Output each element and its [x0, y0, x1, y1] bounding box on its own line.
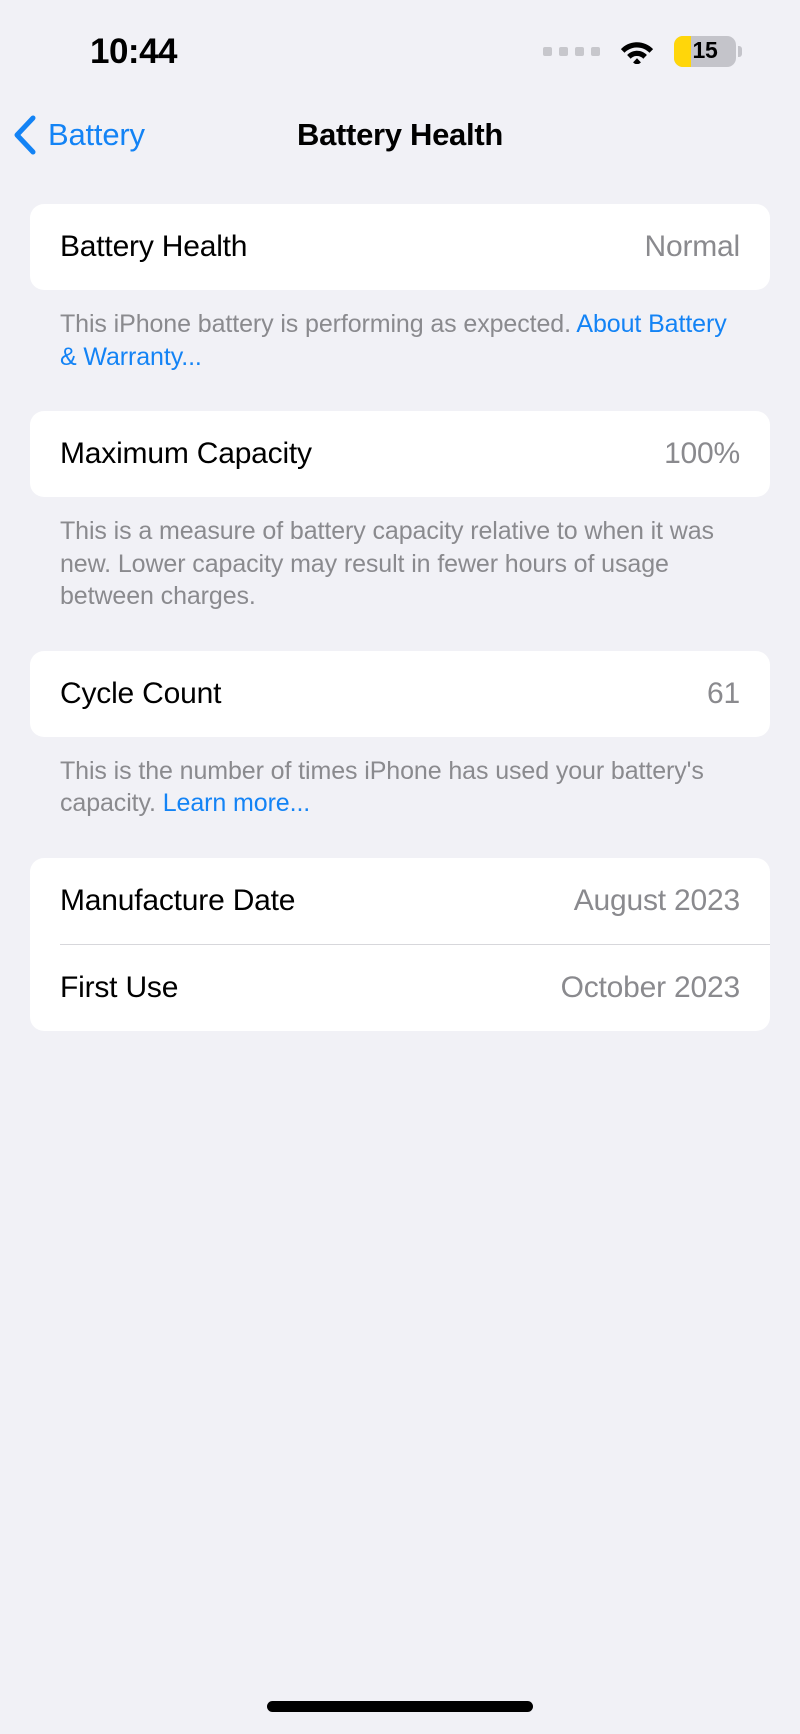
home-indicator[interactable] [267, 1701, 533, 1712]
row-value: October 2023 [560, 970, 741, 1004]
section-cycle-count: Cycle Count 61 [30, 650, 770, 737]
status-bar-indicators: 15 [543, 30, 742, 67]
navigation-bar: Battery Battery Health [0, 96, 800, 174]
row-label: Battery Health [60, 230, 248, 263]
footer-body: This is a measure of battery capacity re… [60, 517, 714, 610]
battery-level-label: 15 [692, 37, 718, 63]
back-button-label: Battery [48, 117, 145, 152]
cellular-signal-icon [543, 46, 600, 56]
row-value: August 2023 [573, 883, 740, 917]
settings-list: Battery Health Normal This iPhone batter… [0, 174, 800, 1031]
row-first-use: First Use October 2023 [30, 945, 770, 1031]
footer-battery-health: This iPhone battery is performing as exp… [30, 290, 770, 373]
footer-cycle-count: This is the number of times iPhone has u… [30, 737, 770, 820]
row-value: 61 [707, 676, 740, 710]
battery-icon: 15 [674, 35, 742, 67]
footer-body: This iPhone battery is performing as exp… [60, 310, 577, 338]
row-label: Maximum Capacity [60, 437, 312, 470]
row-value: 100% [664, 437, 740, 470]
row-battery-health[interactable]: Battery Health Normal [30, 204, 770, 290]
section-battery-dates: Manufacture Date August 2023 First Use O… [30, 857, 770, 1031]
footer-maximum-capacity: This is a measure of battery capacity re… [30, 497, 770, 613]
wifi-icon [620, 41, 654, 64]
status-bar: 10:44 15 [0, 0, 800, 96]
section-maximum-capacity: Maximum Capacity 100% [30, 411, 770, 497]
row-label: Manufacture Date [60, 883, 296, 917]
row-label: Cycle Count [60, 676, 222, 710]
footer-body: This is the number of times iPhone has u… [60, 756, 704, 818]
chevron-left-icon [14, 115, 36, 155]
learn-more-link[interactable]: Learn more... [163, 789, 310, 817]
battery-cap [738, 45, 742, 57]
section-battery-health: Battery Health Normal [30, 204, 770, 290]
back-button[interactable]: Battery [0, 115, 145, 155]
row-manufacture-date: Manufacture Date August 2023 [30, 858, 770, 944]
battery-body: 15 [674, 35, 736, 67]
row-maximum-capacity: Maximum Capacity 100% [30, 411, 770, 497]
battery-fill [674, 35, 691, 67]
status-bar-clock: 10:44 [90, 31, 178, 71]
row-label: First Use [60, 970, 179, 1004]
status-badge: Normal [644, 230, 741, 263]
row-cycle-count: Cycle Count 61 [30, 651, 770, 737]
